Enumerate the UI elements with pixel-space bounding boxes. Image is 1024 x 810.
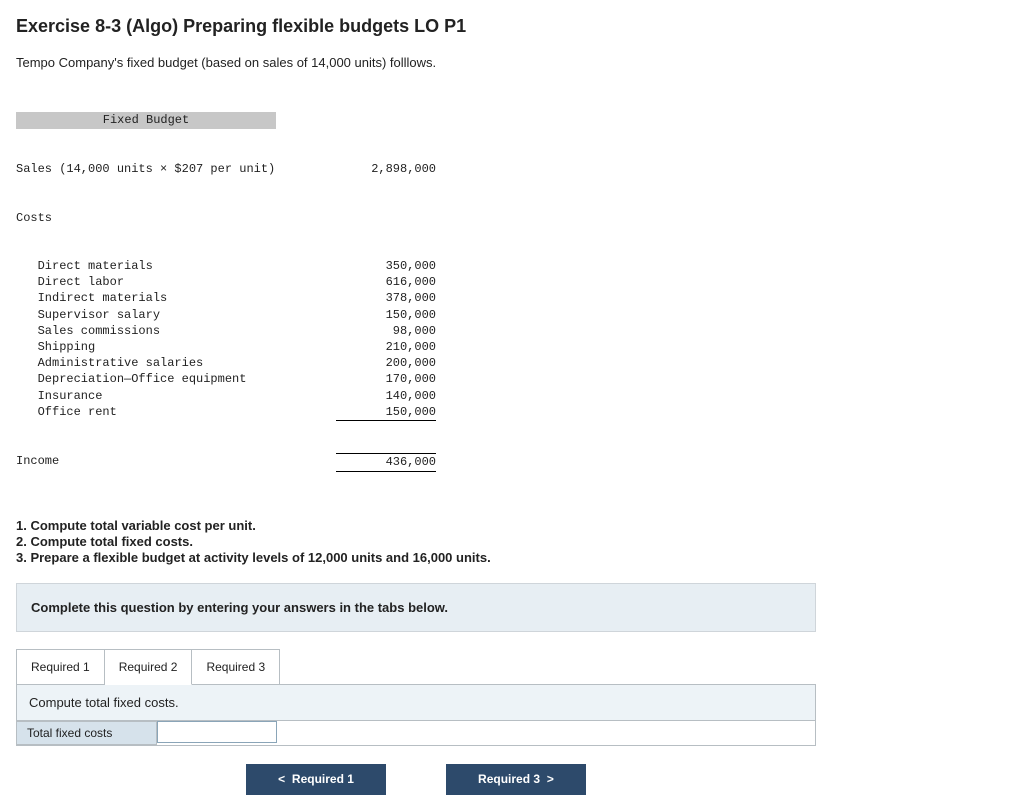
intro-text: Tempo Company's fixed budget (based on s… — [16, 55, 1008, 70]
cost-line-value: 150,000 — [336, 307, 436, 323]
tab-required-2[interactable]: Required 2 — [105, 649, 193, 685]
next-label: Required 3 — [478, 772, 540, 786]
budget-header: Fixed Budget — [16, 112, 276, 128]
prev-label: Required 1 — [292, 772, 354, 786]
cost-line-value: 98,000 — [336, 323, 436, 339]
chevron-left-icon: < — [278, 773, 285, 787]
fixed-budget-table: Fixed Budget Sales (14,000 units × $207 … — [16, 80, 476, 504]
cost-line-label: Shipping — [16, 339, 336, 355]
cost-line-label: Direct materials — [16, 258, 336, 274]
cost-line-label: Sales commissions — [16, 323, 336, 339]
cost-line-label: Direct labor — [16, 274, 336, 290]
next-required-button[interactable]: Required 3 > — [446, 764, 586, 795]
cost-line-label: Depreciation—Office equipment — [16, 371, 336, 387]
cost-line-value: 140,000 — [336, 388, 436, 404]
prev-required-button[interactable]: < Required 1 — [246, 764, 386, 795]
total-fixed-costs-label: Total fixed costs — [17, 721, 157, 745]
costs-label: Costs — [16, 210, 336, 226]
income-label: Income — [16, 453, 336, 471]
cost-line-value: 150,000 — [336, 404, 436, 421]
cost-line-label: Insurance — [16, 388, 336, 404]
task-3: 3. Prepare a flexible budget at activity… — [16, 550, 1008, 565]
tab-required-3[interactable]: Required 3 — [192, 649, 280, 685]
cost-line-value: 378,000 — [336, 290, 436, 306]
cost-line-label: Indirect materials — [16, 290, 336, 306]
sales-value: 2,898,000 — [336, 161, 436, 177]
question-prompt: Complete this question by entering your … — [16, 583, 816, 632]
cost-line-label: Administrative salaries — [16, 355, 336, 371]
cost-line-value: 616,000 — [336, 274, 436, 290]
total-fixed-costs-input[interactable] — [157, 721, 277, 743]
cost-line-label: Supervisor salary — [16, 307, 336, 323]
cost-line-value: 210,000 — [336, 339, 436, 355]
cost-line-value: 200,000 — [336, 355, 436, 371]
exercise-title: Exercise 8-3 (Algo) Preparing flexible b… — [16, 16, 1008, 37]
panel-body: Total fixed costs — [16, 721, 816, 746]
chevron-right-icon: > — [547, 773, 554, 787]
sales-label: Sales (14,000 units × $207 per unit) — [16, 161, 336, 177]
cost-line-value: 170,000 — [336, 371, 436, 387]
panel-heading: Compute total fixed costs. — [16, 684, 816, 721]
income-value: 436,000 — [336, 453, 436, 471]
cost-line-label: Office rent — [16, 404, 336, 421]
task-list: 1. Compute total variable cost per unit.… — [16, 518, 1008, 565]
task-1: 1. Compute total variable cost per unit. — [16, 518, 1008, 533]
cost-line-value: 350,000 — [336, 258, 436, 274]
task-2: 2. Compute total fixed costs. — [16, 534, 1008, 549]
tab-bar: Required 1 Required 2 Required 3 — [16, 648, 816, 684]
tab-required-1[interactable]: Required 1 — [16, 649, 105, 685]
